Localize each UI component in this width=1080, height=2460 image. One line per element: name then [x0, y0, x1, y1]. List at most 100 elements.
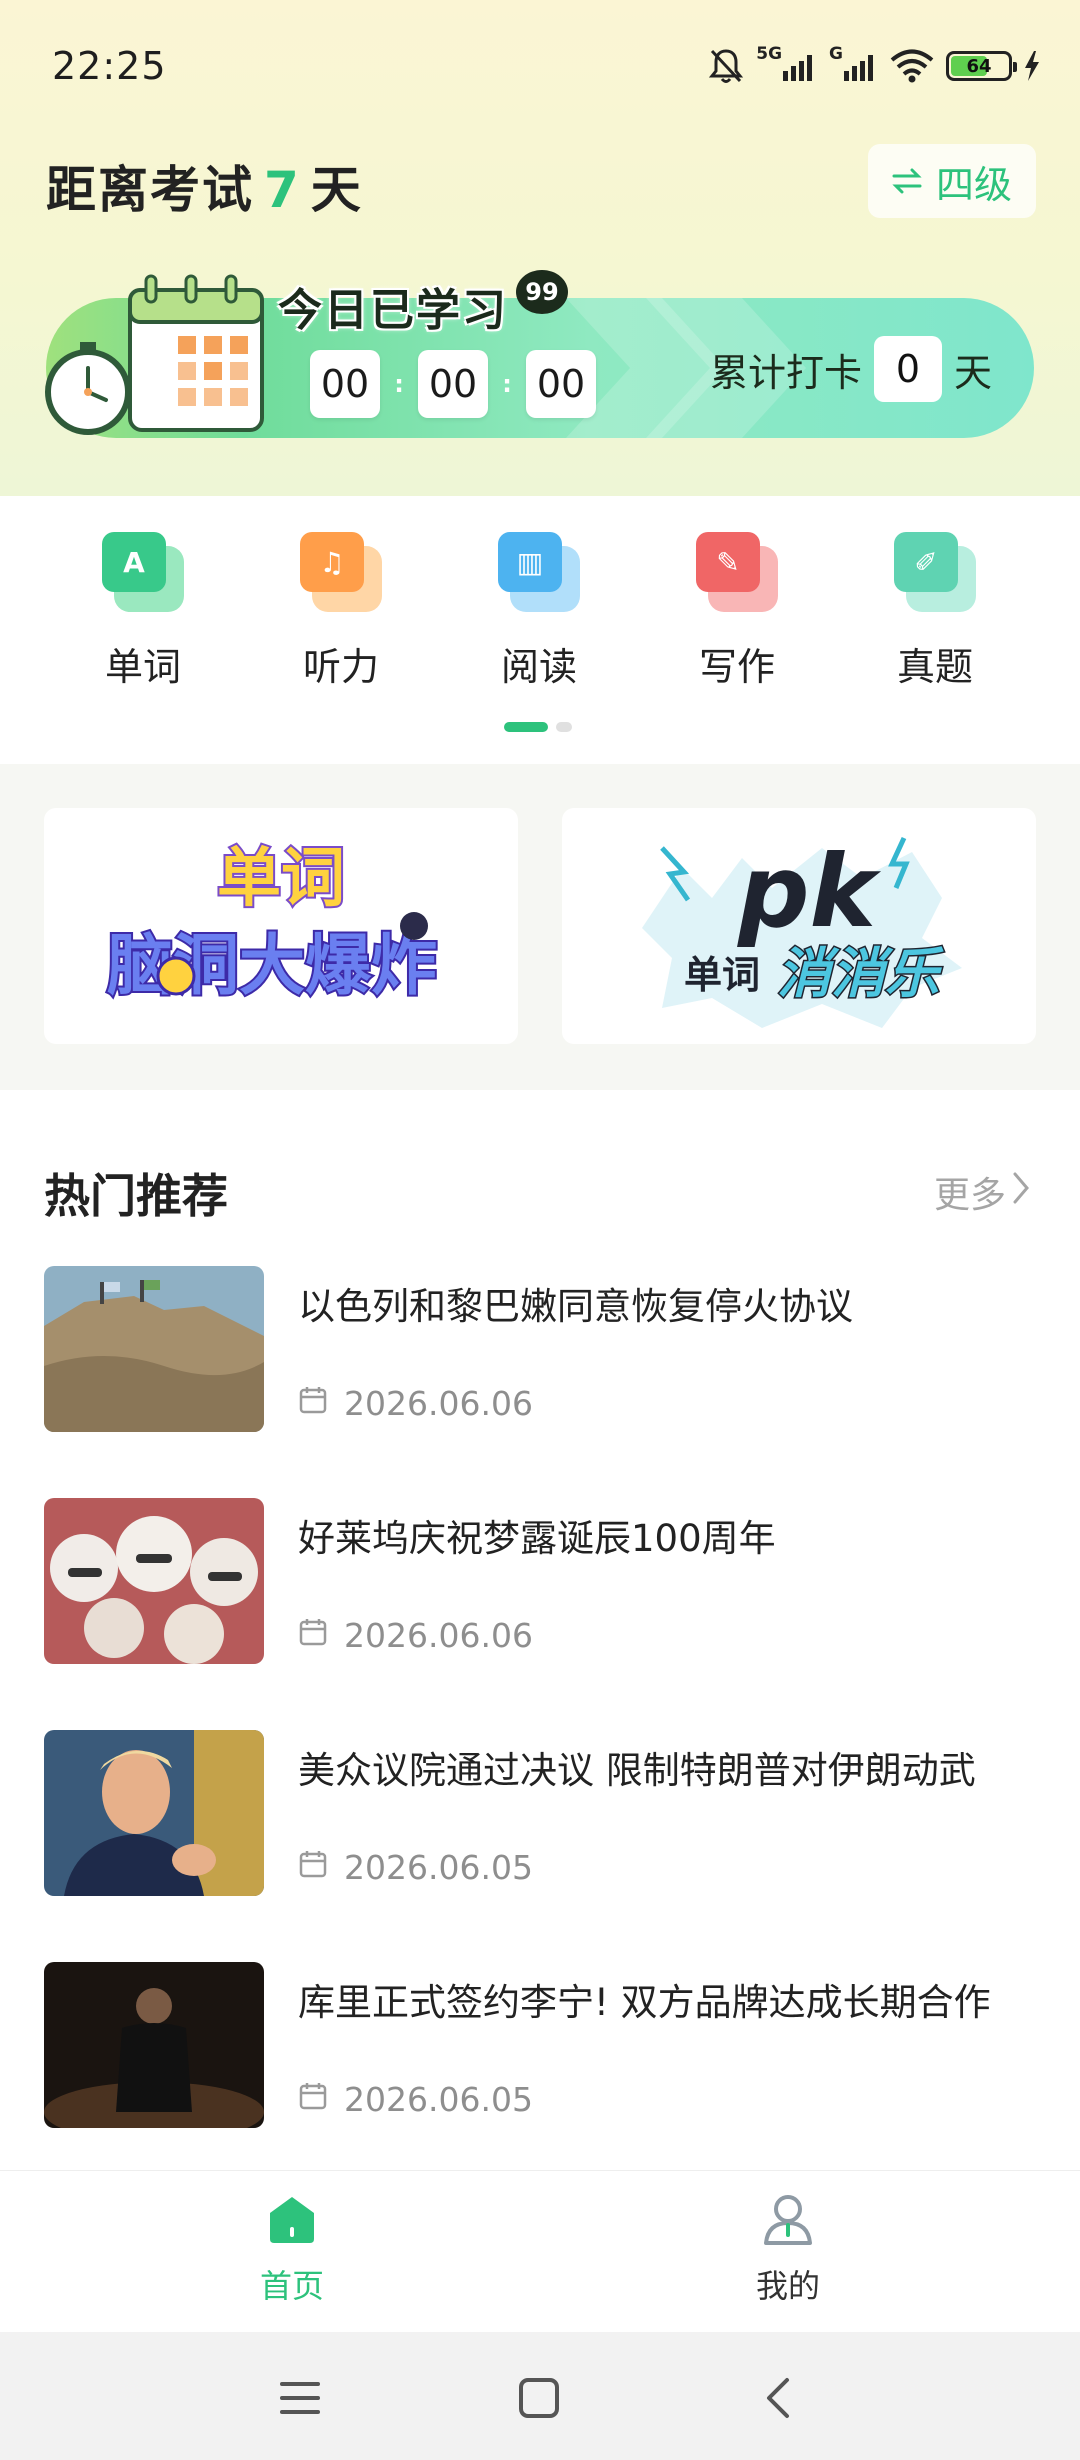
category-writing[interactable]: ✎ 写作 — [657, 532, 817, 691]
game2-line2a: 单词 — [684, 953, 760, 997]
exam-countdown: 距离考试 7 天 — [46, 150, 363, 222]
news-item[interactable]: 以色列和黎巴嫩同意恢复停火协议 2026.06.06 — [44, 1266, 1036, 1434]
timer-hours: 00 — [310, 350, 380, 418]
pager-dot-active — [504, 722, 548, 732]
checkin-label: 累计打卡 — [710, 350, 863, 395]
news-thumbnail — [44, 1962, 264, 2128]
app-screen: 22:25 5G G 64 距离考试 7 天 四级 今日已学习 99 00: … — [0, 0, 1080, 2460]
square-icon — [519, 2378, 559, 2418]
news-title: 好莱坞庆祝梦露诞辰100周年 — [298, 1517, 776, 1560]
bomb-icon — [400, 912, 428, 940]
news-thumbnail — [44, 1498, 264, 1664]
timer-minutes: 00 — [418, 350, 488, 418]
game-pk-banner: pk 单词 消消乐 — [642, 833, 962, 1028]
news-date: 2026.06.06 — [298, 1384, 533, 1423]
news-title: 以色列和黎巴嫩同意恢复停火协议 — [298, 1285, 853, 1328]
more-label: 更多 — [933, 1175, 1006, 1216]
news-date-text: 2026.06.05 — [344, 2080, 533, 2119]
study-badge: 99 — [516, 270, 568, 314]
edit-paper-icon: ✐ — [894, 532, 976, 612]
network-label-1: 5G — [756, 44, 783, 64]
level-switch-button[interactable]: 四级 — [868, 144, 1036, 218]
battery-icon: 64 — [946, 51, 1017, 81]
hero-section: 22:25 5G G 64 距离考试 7 天 四级 今日已学习 99 00: … — [0, 0, 1080, 496]
checkin-summary: 累计打卡 0 天 — [710, 336, 992, 402]
news-item[interactable]: 好莱坞庆祝梦露诞辰100周年 2026.06.06 — [44, 1498, 1036, 1666]
news-date: 2026.06.05 — [298, 2080, 533, 2119]
home-button[interactable] — [509, 2368, 569, 2428]
hot-recommend-section: 热门推荐 更多 以色列和黎巴嫩同意恢复停火协议 2026.06.06 好莱坞庆祝… — [0, 1090, 1080, 2170]
status-icons: 5G G 64 — [708, 44, 1040, 88]
exam-suffix: 天 — [310, 161, 363, 219]
calendar-icon — [298, 2080, 328, 2119]
game-brainstorm-banner: 单词 脑洞大爆炸 — [105, 840, 439, 1006]
games-section: 单词 脑洞大爆炸 pk 单词 消消乐 — [0, 764, 1080, 1090]
category-listening[interactable]: ♫ 听力 — [261, 532, 421, 691]
calendar-icon — [298, 1848, 328, 1887]
icon-front: ✎ — [696, 532, 760, 592]
study-timer: 00 : 00 : 00 — [310, 350, 596, 418]
game2-line1: pk — [737, 833, 882, 950]
game-brainstorm-card[interactable]: 单词 脑洞大爆炸 — [44, 808, 518, 1044]
swap-icon — [892, 159, 922, 203]
timer-separator: : — [502, 370, 512, 398]
system-nav-bar — [0, 2332, 1080, 2460]
news-date: 2026.06.05 — [298, 1848, 533, 1887]
icon-front: ▥ — [498, 532, 562, 592]
checkin-days: 0 — [874, 336, 943, 402]
study-title: 今日已学习 — [278, 285, 508, 336]
game-pk-card[interactable]: pk 单词 消消乐 — [562, 808, 1036, 1044]
game1-line2: 脑洞大爆炸 — [107, 927, 437, 1004]
section-title: 热门推荐 — [44, 1169, 228, 1223]
menu-icon — [280, 2382, 320, 2414]
bottom-tab-bar: 首页 我的 — [0, 2170, 1080, 2332]
category-words[interactable]: A 单词 — [63, 532, 223, 691]
pen-icon: ✎ — [696, 532, 778, 612]
signal-g-icon: G — [829, 44, 878, 81]
more-link[interactable]: 更多 — [934, 1166, 1030, 1218]
news-date-text: 2026.06.06 — [344, 1616, 533, 1655]
category-label: 单词 — [104, 645, 181, 689]
game1-line1: 单词 — [217, 842, 345, 916]
calendar-icon — [298, 1384, 328, 1423]
news-thumbnail — [44, 1266, 264, 1432]
news-date: 2026.06.06 — [298, 1616, 533, 1655]
coin-icon — [156, 956, 196, 996]
back-button[interactable] — [748, 2368, 808, 2428]
exam-days: 7 — [264, 161, 301, 219]
category-label: 真题 — [896, 645, 973, 689]
news-date-text: 2026.06.06 — [344, 1384, 533, 1423]
books-icon: ▥ — [498, 532, 580, 612]
category-reading[interactable]: ▥ 阅读 — [459, 532, 619, 691]
tab-mine[interactable]: 我的 — [688, 2191, 888, 2307]
tab-home[interactable]: 首页 — [192, 2191, 392, 2307]
battery-level: 64 — [966, 55, 992, 77]
exam-prefix: 距离考试 — [46, 161, 254, 219]
news-item[interactable]: 美众议院通过决议 限制特朗普对伊朗动武 2026.06.05 — [44, 1730, 1036, 1898]
calendar-stopwatch-icon — [45, 274, 264, 435]
page-indicator — [504, 722, 572, 732]
status-bar: 22:25 5G G 64 — [0, 0, 1080, 136]
pager-dot — [556, 722, 572, 732]
news-item[interactable]: 库里正式签约李宁! 双方品牌达成长期合作 2026.06.05 — [44, 1962, 1036, 2130]
icon-front: ♫ — [300, 532, 364, 592]
menu-button[interactable] — [270, 2368, 330, 2428]
news-date-text: 2026.06.05 — [344, 1848, 533, 1887]
category-past-papers[interactable]: ✐ 真题 — [855, 532, 1015, 691]
news-title: 库里正式签约李宁! 双方品牌达成长期合作 — [298, 1981, 991, 2024]
icon-front: A — [102, 532, 166, 592]
headphones-icon: ♫ — [300, 532, 382, 612]
signal-5g-icon: 5G — [756, 44, 817, 81]
tab-home-label: 首页 — [259, 2267, 324, 2305]
icon-front: ✐ — [894, 532, 958, 592]
network-label-2: G — [829, 44, 843, 64]
news-title: 美众议院通过决议 限制特朗普对伊朗动武 — [298, 1749, 976, 1792]
home-icon — [264, 2197, 320, 2251]
checkin-unit: 天 — [954, 350, 993, 395]
level-label: 四级 — [935, 162, 1012, 207]
back-icon — [767, 2378, 789, 2418]
calendar-icon — [298, 1616, 328, 1655]
words-icon: A — [102, 532, 184, 612]
timer-separator: : — [394, 370, 404, 398]
category-strip: A 单词 ♫ 听力 ▥ 阅读 ✎ 写作 ✐ 真题 — [0, 496, 1080, 764]
